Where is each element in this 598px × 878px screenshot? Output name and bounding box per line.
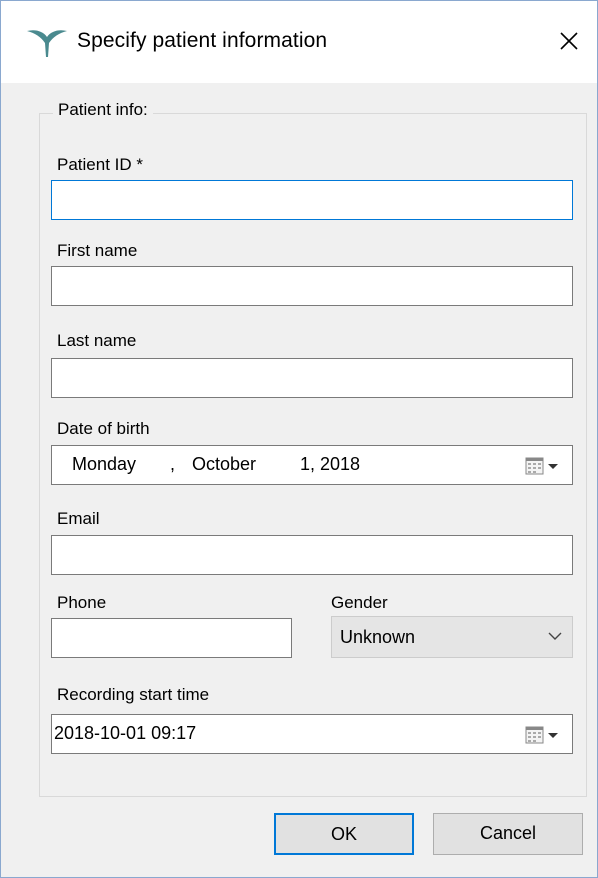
dob-separator: ,	[170, 454, 176, 474]
email-label: Email	[57, 509, 100, 528]
title-bar[interactable]: Specify patient information	[1, 1, 597, 83]
calendar-dropdown-icon[interactable]	[522, 724, 566, 746]
recording-start-picker[interactable]: 2018-10-01 09:17	[51, 714, 573, 754]
cancel-button[interactable]: Cancel	[433, 813, 583, 855]
last-name-input[interactable]	[51, 358, 573, 398]
first-name-input[interactable]	[51, 266, 573, 306]
last-name-label: Last name	[57, 331, 137, 350]
date-of-birth-label: Date of birth	[57, 419, 150, 438]
ok-button-label: OK	[330, 824, 357, 844]
patient-id-input[interactable]	[51, 180, 573, 220]
cancel-button-label: Cancel	[479, 823, 537, 843]
dob-day-year[interactable]: 1, 2018	[300, 454, 360, 475]
email-input[interactable]	[51, 535, 573, 575]
dob-weekday[interactable]: Monday	[72, 454, 136, 475]
app-logo-icon	[27, 30, 67, 57]
first-name-label: First name	[57, 241, 138, 260]
dialog-window: Specify patient information Patient info…	[0, 0, 598, 878]
chevron-down-icon	[548, 632, 562, 640]
gender-selected-value: Unknown	[340, 627, 416, 647]
phone-label: Phone	[57, 593, 107, 612]
dialog-title: Specify patient information	[77, 29, 328, 52]
calendar-dropdown-icon[interactable]	[522, 455, 566, 477]
date-of-birth-picker[interactable]: Monday , October 1, 2018	[51, 445, 573, 485]
recording-start-value[interactable]: 2018-10-01 09:17	[54, 723, 196, 744]
recording-start-label: Recording start time	[57, 685, 210, 704]
gender-label: Gender	[331, 593, 388, 612]
close-icon[interactable]	[547, 19, 591, 63]
ok-button[interactable]: OK	[274, 813, 414, 855]
patient-id-label: Patient ID *	[57, 155, 143, 174]
phone-input[interactable]	[51, 618, 292, 658]
dob-month[interactable]: October	[192, 454, 256, 475]
gender-select[interactable]: Unknown	[331, 616, 573, 658]
patient-info-legend: Patient info:	[53, 100, 153, 120]
